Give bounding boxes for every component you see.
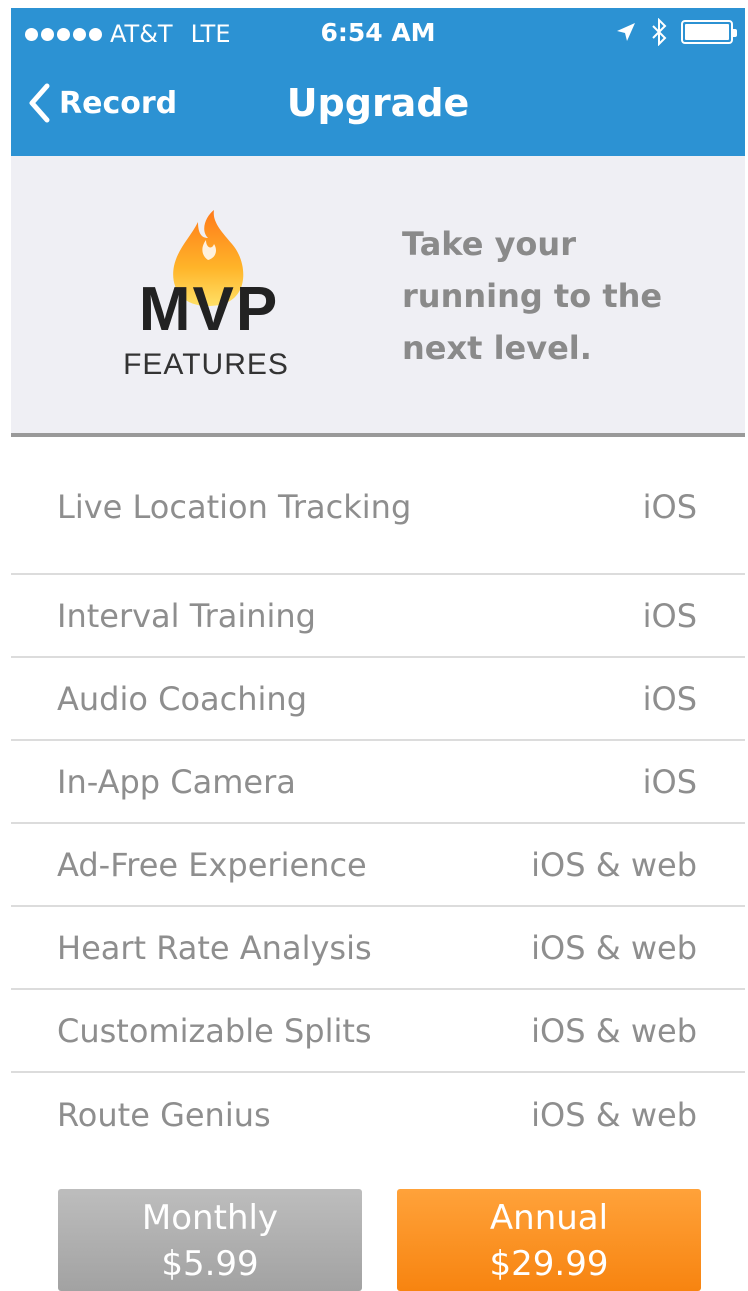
feature-platform: iOS & web bbox=[531, 1095, 697, 1134]
location-arrow-icon bbox=[617, 23, 635, 41]
feature-name: Audio Coaching bbox=[57, 679, 308, 718]
mvp-features-logo: MVP FEATURES bbox=[106, 208, 306, 383]
annual-plan-button[interactable]: Annual $29.99 bbox=[397, 1189, 701, 1291]
feature-row: Interval Training iOS bbox=[11, 575, 745, 658]
logo-text-top: MVP bbox=[138, 275, 280, 344]
feature-name: In-App Camera bbox=[57, 762, 296, 801]
promo-tagline: Take your running to the next level. bbox=[402, 225, 663, 367]
monthly-plan-label: Monthly bbox=[141, 1198, 279, 1238]
status-bar: AT&T LTE 6:54 AM bbox=[11, 8, 745, 58]
feature-platform: iOS bbox=[642, 762, 697, 801]
annual-plan-label: Annual bbox=[489, 1198, 609, 1238]
status-icons bbox=[615, 18, 737, 46]
feature-row: Live Location Tracking iOS bbox=[11, 441, 745, 575]
feature-row: In-App Camera iOS bbox=[11, 741, 745, 824]
feature-platform: iOS bbox=[642, 679, 697, 718]
annual-plan-price: $29.99 bbox=[489, 1244, 609, 1284]
feature-platform: iOS bbox=[642, 488, 697, 526]
header-bar: AT&T LTE 6:54 AM Record Upgrade bbox=[11, 8, 745, 156]
promo-banner: MVP FEATURES Take your running to the ne… bbox=[11, 156, 745, 437]
feature-name: Heart Rate Analysis bbox=[57, 928, 372, 967]
feature-platform: iOS & web bbox=[531, 928, 697, 967]
feature-name: Interval Training bbox=[57, 596, 316, 635]
feature-list: Live Location Tracking iOS Interval Trai… bbox=[11, 441, 745, 1156]
navigation-bar: Record Upgrade bbox=[11, 63, 745, 153]
logo-text-bottom: FEATURES bbox=[123, 348, 289, 381]
feature-platform: iOS bbox=[642, 596, 697, 635]
feature-row: Ad-Free Experience iOS & web bbox=[11, 824, 745, 907]
feature-row: Audio Coaching iOS bbox=[11, 658, 745, 741]
feature-name: Live Location Tracking bbox=[57, 488, 412, 526]
feature-name: Route Genius bbox=[57, 1095, 271, 1134]
battery-icon bbox=[681, 20, 737, 44]
feature-row: Route Genius iOS & web bbox=[11, 1073, 745, 1156]
feature-platform: iOS & web bbox=[531, 845, 697, 884]
monthly-plan-button[interactable]: Monthly $5.99 bbox=[58, 1189, 362, 1291]
feature-name: Customizable Splits bbox=[57, 1011, 372, 1050]
page-title: Upgrade bbox=[286, 81, 470, 125]
feature-row: Customizable Splits iOS & web bbox=[11, 990, 745, 1073]
feature-name: Ad-Free Experience bbox=[57, 845, 367, 884]
bluetooth-icon bbox=[652, 18, 667, 46]
monthly-plan-price: $5.99 bbox=[161, 1244, 259, 1284]
feature-row: Heart Rate Analysis iOS & web bbox=[11, 907, 745, 990]
feature-platform: iOS & web bbox=[531, 1011, 697, 1050]
